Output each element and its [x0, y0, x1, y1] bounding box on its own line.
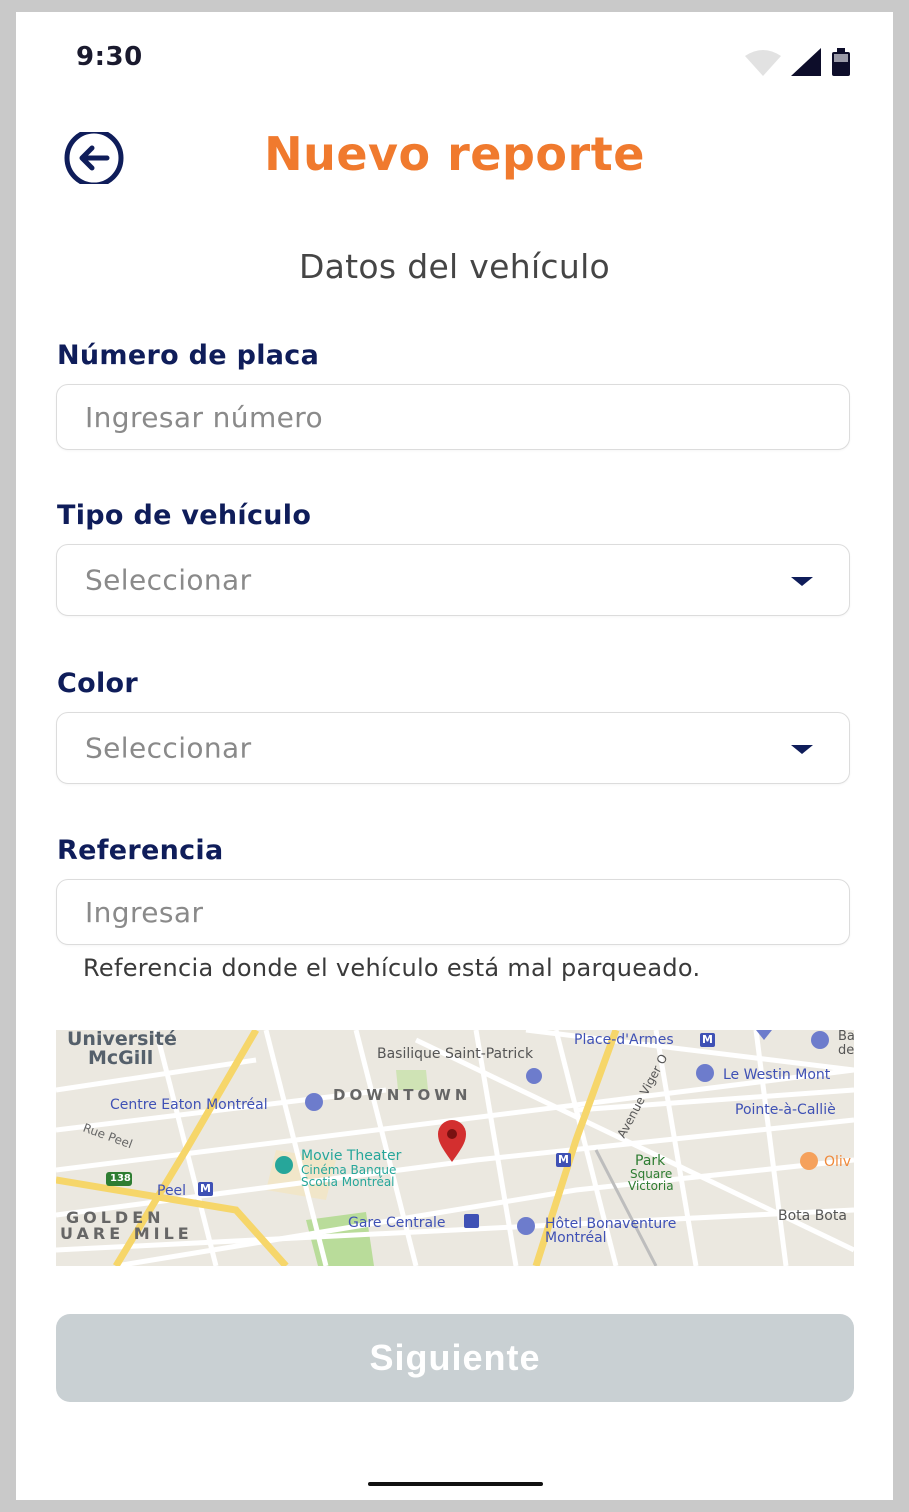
reference-field-box	[56, 879, 850, 945]
color-value: Seleccionar	[85, 731, 252, 765]
color-label: Color	[57, 668, 138, 699]
signal-icon	[791, 48, 821, 76]
map-metro-label-2: M	[200, 1182, 211, 1195]
map-label-centre-eaton: Centre Eaton Montréal	[110, 1097, 268, 1113]
map-label-le-westin: Le Westin Mont	[723, 1067, 831, 1083]
vehicle-type-value: Seleccionar	[85, 563, 252, 597]
reference-label: Referencia	[57, 835, 224, 866]
plate-field-box	[56, 384, 850, 450]
map-label-hotel-1: Hôtel Bonaventure	[545, 1216, 677, 1232]
map-label-de: de	[838, 1043, 854, 1058]
vehicle-type-select[interactable]: Seleccionar	[56, 544, 850, 616]
next-button[interactable]: Siguiente	[56, 1314, 854, 1402]
map-label-gare-centrale: Gare Centrale	[348, 1215, 446, 1231]
status-time: 9:30	[76, 42, 143, 72]
location-map[interactable]: Université McGill Basilique Saint-Patric…	[56, 1030, 854, 1266]
map-metro-label-1: M	[702, 1033, 713, 1046]
color-select[interactable]: Seleccionar	[56, 712, 850, 784]
phone-screen: 9:30 Nuevo reporte Datos del vehículo Nú…	[16, 12, 893, 1500]
map-label-victoria: Victoria	[628, 1179, 674, 1193]
map-label-bota: Bota Bota	[778, 1208, 847, 1224]
map-label-mcgill: McGill	[88, 1047, 154, 1069]
home-indicator	[368, 1482, 543, 1486]
wifi-icon	[745, 50, 781, 76]
battery-icon	[832, 48, 850, 76]
map-label-peel: Peel	[157, 1183, 187, 1199]
map-label-hotel-2: Montréal	[545, 1230, 607, 1246]
plate-input[interactable]	[57, 385, 849, 449]
chevron-down-icon	[791, 577, 813, 586]
map-label-place-darmes: Place-d'Armes	[574, 1032, 674, 1048]
plate-label: Número de placa	[57, 340, 320, 371]
map-label-route-138: 138	[110, 1173, 131, 1184]
page-title: Nuevo reporte	[264, 127, 645, 181]
map-label-movie-theater: Movie Theater	[301, 1148, 402, 1164]
map-label-basilique: Basilique Saint-Patrick	[377, 1046, 534, 1062]
map-label-pointe: Pointe-à-Calliè	[735, 1102, 836, 1118]
chevron-down-icon	[791, 745, 813, 754]
vehicle-type-label: Tipo de vehículo	[57, 500, 312, 531]
reference-input[interactable]	[57, 880, 849, 944]
section-title: Datos del vehículo	[298, 247, 611, 286]
map-label-ba: Ba	[838, 1030, 854, 1044]
map-metro-label-3: M	[558, 1153, 569, 1166]
map-label-park: Park	[635, 1153, 666, 1169]
map-label-cinema-2: Scotia Montréal	[301, 1175, 395, 1189]
reference-helper-text: Referencia donde el vehículo está mal pa…	[83, 954, 701, 982]
map-label-square-mile: UARE MILE	[60, 1224, 193, 1243]
status-icons	[743, 46, 863, 76]
map-label-downtown: DOWNTOWN	[333, 1086, 472, 1104]
map-label-oliv: Oliv	[824, 1154, 852, 1170]
